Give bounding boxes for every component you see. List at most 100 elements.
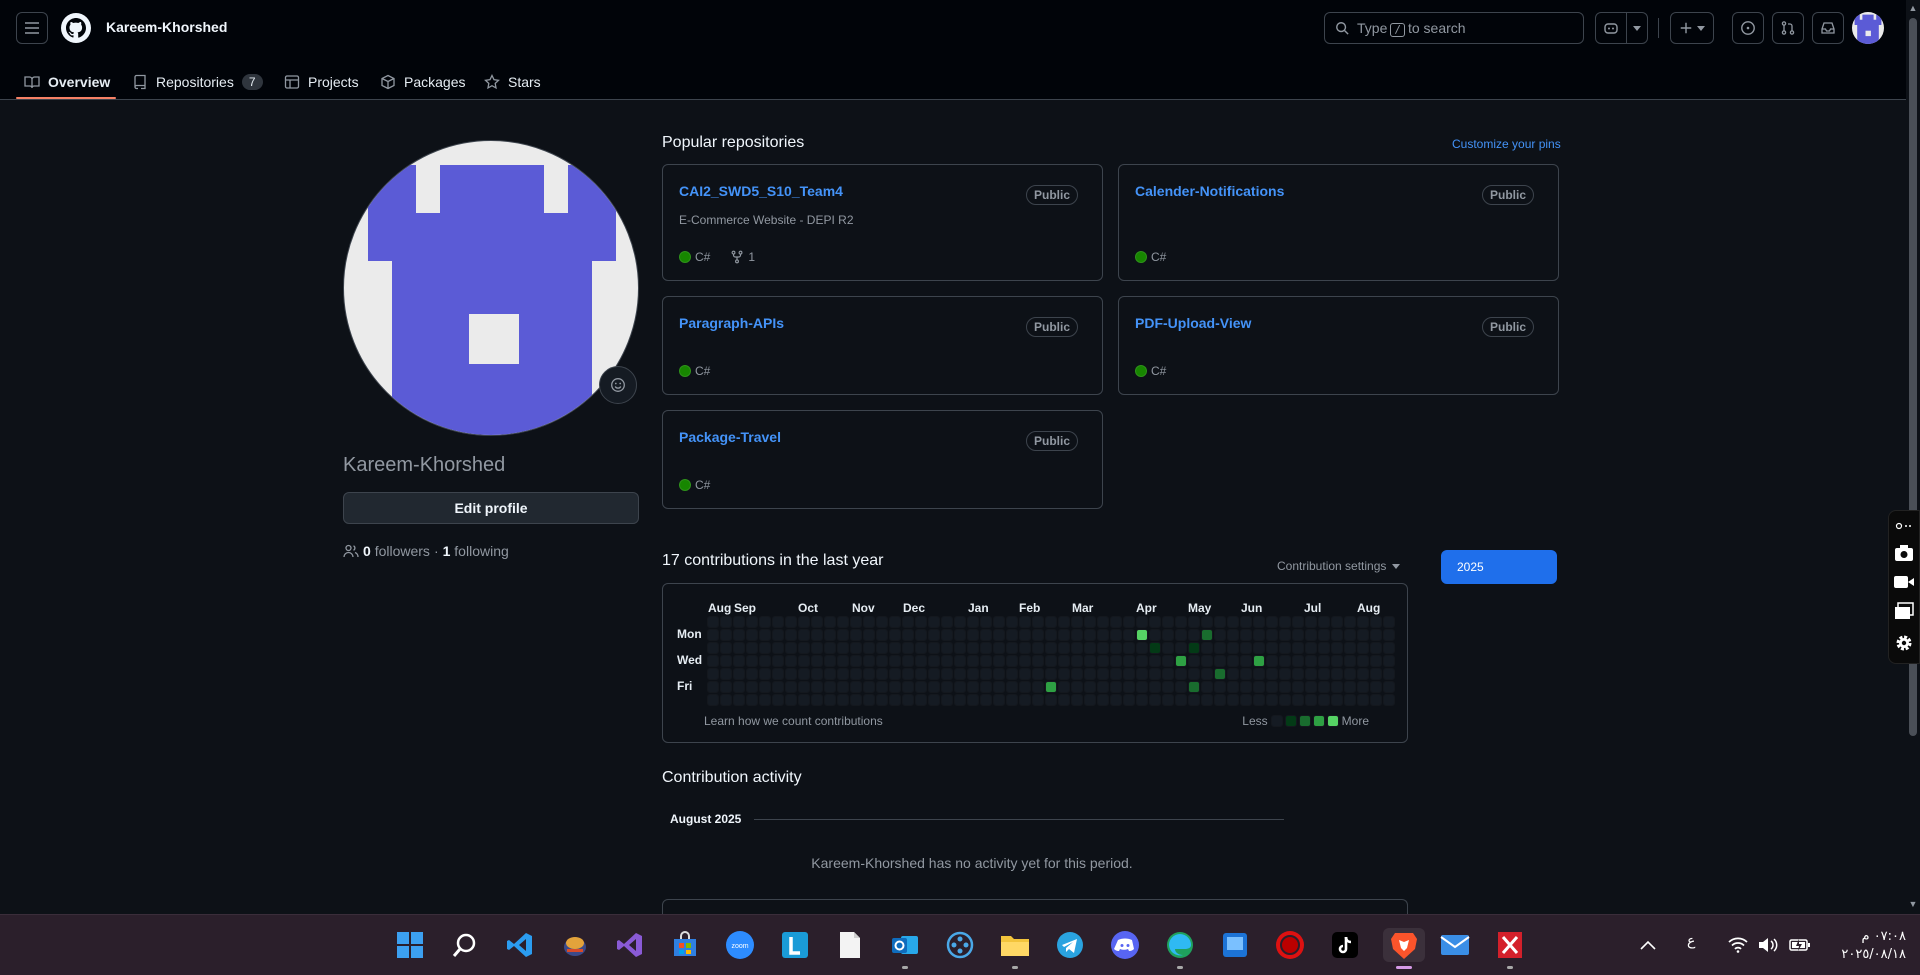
contribution-day-cell[interactable] <box>721 695 731 705</box>
contribution-day-cell[interactable] <box>890 656 900 666</box>
contribution-day-cell[interactable] <box>1332 617 1342 627</box>
contribution-day-cell[interactable] <box>708 695 718 705</box>
contribution-day-cell[interactable] <box>734 695 744 705</box>
contribution-day-cell[interactable] <box>1293 682 1303 692</box>
contribution-day-cell[interactable] <box>838 617 848 627</box>
contribution-day-cell[interactable] <box>929 656 939 666</box>
contribution-day-cell[interactable] <box>1215 695 1225 705</box>
contribution-day-cell[interactable] <box>812 669 822 679</box>
contribution-day-cell[interactable] <box>1007 643 1017 653</box>
contribution-day-cell[interactable] <box>812 630 822 640</box>
contribution-day-cell[interactable] <box>786 643 796 653</box>
contribution-day-cell[interactable] <box>1228 656 1238 666</box>
contribution-day-cell[interactable] <box>1124 695 1134 705</box>
contribution-day-cell[interactable] <box>916 695 926 705</box>
contribution-day-cell[interactable] <box>773 630 783 640</box>
contribution-day-cell[interactable] <box>1111 630 1121 640</box>
copilot-button[interactable] <box>1595 12 1627 44</box>
contribution-day-cell[interactable] <box>851 695 861 705</box>
contribution-day-cell[interactable] <box>1345 630 1355 640</box>
battery-status[interactable] <box>1789 937 1811 956</box>
contribution-day-cell[interactable] <box>1111 695 1121 705</box>
contribution-day-cell[interactable] <box>1163 695 1173 705</box>
contribution-day-cell[interactable] <box>851 669 861 679</box>
contribution-day-cell[interactable] <box>1085 643 1095 653</box>
contribution-day-cell[interactable] <box>942 656 952 666</box>
contribution-day-cell[interactable] <box>1046 682 1056 692</box>
contribution-day-cell[interactable] <box>1215 669 1225 679</box>
contribution-day-cell[interactable] <box>890 643 900 653</box>
contribution-day-cell[interactable] <box>1150 643 1160 653</box>
contribution-day-cell[interactable] <box>786 630 796 640</box>
contribution-day-cell[interactable] <box>1384 630 1394 640</box>
contribution-day-cell[interactable] <box>1176 695 1186 705</box>
vscode-app[interactable] <box>503 928 537 962</box>
contribution-day-cell[interactable] <box>851 643 861 653</box>
contribution-day-cell[interactable] <box>1215 630 1225 640</box>
contribution-day-cell[interactable] <box>1111 643 1121 653</box>
contribution-day-cell[interactable] <box>1072 630 1082 640</box>
contribution-day-cell[interactable] <box>1202 643 1212 653</box>
contribution-day-cell[interactable] <box>903 617 913 627</box>
contribution-day-cell[interactable] <box>1098 669 1108 679</box>
contribution-day-cell[interactable] <box>760 695 770 705</box>
edit-profile-button[interactable]: Edit profile <box>343 492 639 524</box>
contribution-day-cell[interactable] <box>1124 617 1134 627</box>
contribution-day-cell[interactable] <box>825 656 835 666</box>
contribution-day-cell[interactable] <box>734 656 744 666</box>
user-avatar[interactable] <box>1852 12 1884 44</box>
contribution-day-cell[interactable] <box>1059 617 1069 627</box>
contribution-day-cell[interactable] <box>1085 682 1095 692</box>
contribution-day-cell[interactable] <box>877 643 887 653</box>
contribution-day-cell[interactable] <box>1163 630 1173 640</box>
contribution-day-cell[interactable] <box>747 682 757 692</box>
contribution-day-cell[interactable] <box>1371 656 1381 666</box>
contribution-day-cell[interactable] <box>1358 643 1368 653</box>
contribution-day-cell[interactable] <box>1007 695 1017 705</box>
mail-app[interactable] <box>1438 928 1472 962</box>
contribution-day-cell[interactable] <box>851 656 861 666</box>
pin-icon[interactable] <box>1895 521 1913 531</box>
contribution-day-cell[interactable] <box>1007 669 1017 679</box>
contribution-day-cell[interactable] <box>721 669 731 679</box>
contribution-day-cell[interactable] <box>1358 695 1368 705</box>
contribution-day-cell[interactable] <box>786 656 796 666</box>
media-player-app[interactable] <box>943 928 977 962</box>
contribution-day-cell[interactable] <box>1111 656 1121 666</box>
contribution-day-cell[interactable] <box>981 630 991 640</box>
contribution-day-cell[interactable] <box>1319 643 1329 653</box>
contribution-day-cell[interactable] <box>1046 617 1056 627</box>
contribution-day-cell[interactable] <box>1033 695 1043 705</box>
contribution-day-cell[interactable] <box>760 617 770 627</box>
contribution-day-cell[interactable] <box>721 643 731 653</box>
contribution-day-cell[interactable] <box>1332 643 1342 653</box>
contribution-day-cell[interactable] <box>1254 630 1264 640</box>
contribution-day-cell[interactable] <box>1345 656 1355 666</box>
contribution-day-cell[interactable] <box>799 682 809 692</box>
contribution-day-cell[interactable] <box>1306 656 1316 666</box>
learn-contributions-link[interactable]: Learn how we count contributions <box>704 714 883 728</box>
tiktok-app[interactable] <box>1328 928 1362 962</box>
system-clock[interactable]: ٠٧:٠٨ م ٢٠٢٥/٠٨/١٨ <box>1826 928 1906 964</box>
contribution-day-cell[interactable] <box>864 695 874 705</box>
contribution-day-cell[interactable] <box>1020 669 1030 679</box>
contribution-day-cell[interactable] <box>1254 656 1264 666</box>
contribution-day-cell[interactable] <box>1228 617 1238 627</box>
contribution-day-cell[interactable] <box>890 617 900 627</box>
contribution-day-cell[interactable] <box>1332 695 1342 705</box>
contribution-day-cell[interactable] <box>1124 643 1134 653</box>
inbox-button[interactable] <box>1812 12 1844 44</box>
contribution-day-cell[interactable] <box>968 656 978 666</box>
contribution-day-cell[interactable] <box>916 656 926 666</box>
contribution-day-cell[interactable] <box>1254 643 1264 653</box>
contribution-day-cell[interactable] <box>1358 669 1368 679</box>
page-scrollbar[interactable]: ▲ ▼ <box>1906 0 1920 914</box>
contribution-day-cell[interactable] <box>877 630 887 640</box>
contribution-day-cell[interactable] <box>903 669 913 679</box>
outlook-app[interactable] <box>888 928 922 969</box>
contribution-day-cell[interactable] <box>1085 695 1095 705</box>
contribution-day-cell[interactable] <box>968 643 978 653</box>
contribution-day-cell[interactable] <box>1150 617 1160 627</box>
contribution-day-cell[interactable] <box>1163 643 1173 653</box>
contribution-day-cell[interactable] <box>1202 656 1212 666</box>
